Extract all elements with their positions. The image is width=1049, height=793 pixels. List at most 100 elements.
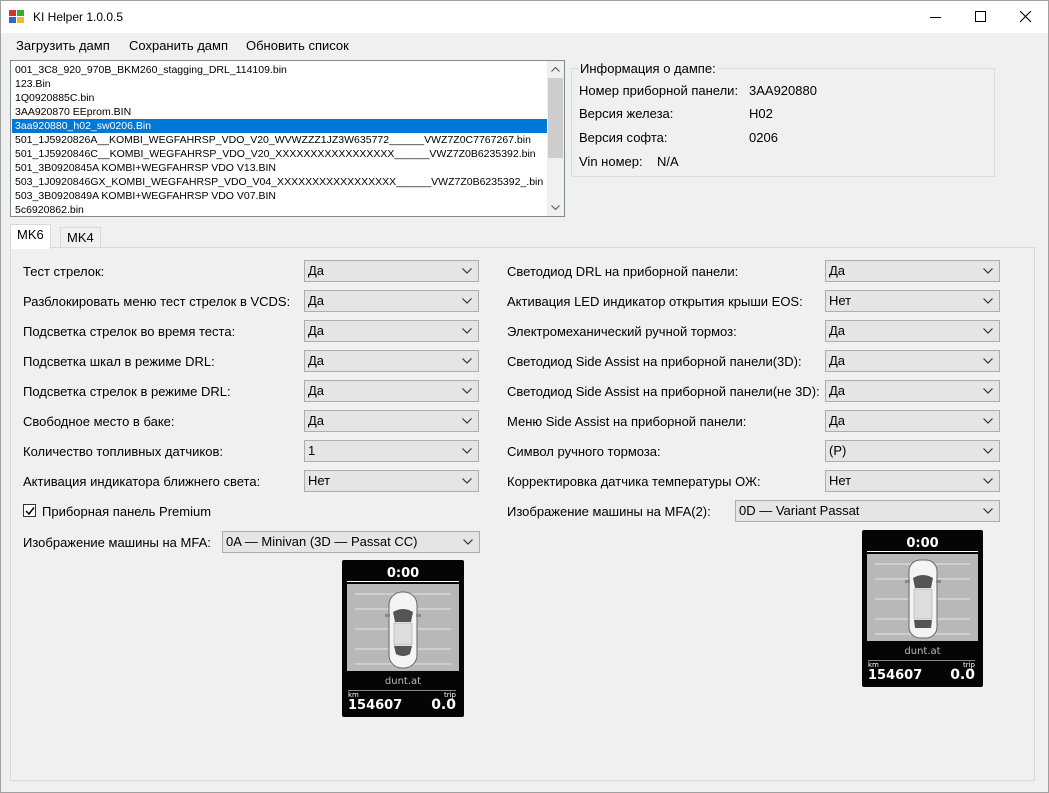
maximize-button[interactable]: [958, 1, 1004, 33]
app-icon: [9, 10, 25, 24]
minimize-icon: [930, 17, 941, 18]
chevron-down-icon: [983, 358, 993, 364]
file-list-scrollbar[interactable]: [547, 61, 564, 216]
file-list[interactable]: 001_3C8_920_970B_BKM260_stagging_DRL_114…: [10, 60, 565, 217]
dump-info-title: Информация о дампе:: [578, 61, 718, 76]
file-list-item[interactable]: 3AA920870 EEprom.BIN: [12, 105, 547, 119]
setting-dropdown[interactable]: Нет: [825, 470, 1000, 492]
chevron-down-icon: [983, 328, 993, 334]
menu-save-dump[interactable]: Сохранить дамп: [129, 38, 228, 53]
setting-dropdown[interactable]: Да: [825, 380, 1000, 402]
cluster-odometer: 154607: [868, 668, 923, 683]
hw-version-label: Версия железа:: [579, 106, 674, 121]
setting-dropdown-value: Да: [308, 383, 325, 398]
cluster-divider: [867, 551, 978, 552]
chevron-down-icon: [462, 298, 472, 304]
mfa-dropdown[interactable]: 0A — Minivan (3D — Passat CC): [222, 531, 480, 553]
setting-dropdown-value: Да: [829, 413, 846, 428]
car-top-view-icon: [347, 584, 459, 671]
setting-dropdown[interactable]: Да: [304, 410, 479, 432]
cluster-car-scene: [867, 554, 978, 641]
setting-dropdown-value: Да: [308, 353, 325, 368]
setting-label: Свободное место в баке:: [23, 414, 175, 429]
file-list-item[interactable]: 503_3B0920849A KOMBI+WEGFAHRSP VDO V07.B…: [12, 189, 547, 203]
chevron-down-icon: [462, 448, 472, 454]
setting-dropdown[interactable]: Нет: [825, 290, 1000, 312]
chevron-down-icon: [463, 539, 473, 545]
app-window: KI Helper 1.0.0.5 Загрузить дамп Сохрани…: [0, 0, 1049, 793]
setting-dropdown-value: 1: [308, 443, 316, 458]
setting-label: Активация LED индикатор открытия крыши E…: [507, 294, 803, 309]
setting-dropdown-value: (P): [829, 443, 847, 458]
setting-dropdown[interactable]: (P): [825, 440, 1000, 462]
setting-dropdown[interactable]: Нет: [304, 470, 479, 492]
setting-label: Разблокировать меню тест стрелок в VCDS:: [23, 294, 291, 309]
setting-label: Количество топливных датчиков:: [23, 444, 223, 459]
chevron-down-icon: [983, 478, 993, 484]
window-title: KI Helper 1.0.0.5: [33, 10, 124, 24]
close-button[interactable]: [1003, 1, 1049, 33]
chevron-down-icon: [462, 358, 472, 364]
file-list-item[interactable]: 501_3B0920845A KOMBI+WEGFAHRSP VDO V13.B…: [12, 161, 547, 175]
premium-checkbox[interactable]: [23, 504, 36, 517]
cluster-brand: dunt.at: [384, 676, 422, 687]
cluster-divider: [868, 660, 975, 661]
title-bar: KI Helper 1.0.0.5: [1, 1, 1048, 33]
file-list-item[interactable]: 123.Bin: [12, 77, 547, 91]
panel-number-label: Номер приборной панели:: [579, 83, 739, 98]
mfa2-dropdown-value: 0D — Variant Passat: [739, 503, 860, 518]
setting-dropdown[interactable]: Да: [825, 410, 1000, 432]
cluster-time: 0:00: [906, 536, 939, 551]
setting-dropdown[interactable]: Да: [825, 260, 1000, 282]
menu-load-dump[interactable]: Загрузить дамп: [16, 38, 110, 53]
tab-mk6[interactable]: MK6: [10, 224, 51, 249]
cluster-divider: [348, 690, 456, 691]
tab-mk4[interactable]: MK4: [60, 227, 101, 249]
file-list-item-selected[interactable]: 3aa920880_h02_sw0206.Bin: [12, 119, 547, 133]
mfa2-label: Изображение машины на MFA(2):: [507, 504, 711, 519]
file-list-item[interactable]: 501_1J5920846C__KOMBI_WEGFAHRSP_VDO_V20_…: [12, 147, 547, 161]
setting-label: Светодиод Side Assist на приборной панел…: [507, 384, 820, 399]
minimize-button[interactable]: [913, 1, 959, 33]
panel-number-value: 3AA920880: [749, 83, 817, 98]
setting-dropdown[interactable]: Да: [825, 350, 1000, 372]
mfa-label: Изображение машины на MFA:: [23, 535, 211, 550]
file-list-item[interactable]: 501_1J5920826A__KOMBI_WEGFAHRSP_VDO_V20_…: [12, 133, 547, 147]
scroll-down-button[interactable]: [547, 199, 564, 216]
mfa2-preview-image: 0:00 dunt.at km trip 154607 0.0: [862, 530, 983, 687]
sw-version-value: 0206: [749, 130, 778, 145]
chevron-down-icon: [983, 418, 993, 424]
file-list-item[interactable]: 5c6920862.bin: [12, 203, 547, 216]
premium-checkbox-label[interactable]: Приборная панель Premium: [42, 504, 211, 519]
chevron-down-icon: [462, 478, 472, 484]
setting-dropdown[interactable]: Да: [825, 320, 1000, 342]
setting-label: Корректировка датчика температуры ОЖ:: [507, 474, 761, 489]
file-list-item[interactable]: 001_3C8_920_970B_BKM260_stagging_DRL_114…: [12, 63, 547, 77]
chevron-down-icon: [983, 268, 993, 274]
mfa-preview-image: 0:00 dunt.at km trip 154607 0.0: [342, 560, 464, 717]
cluster-time: 0:00: [386, 566, 420, 581]
file-list-item[interactable]: 1Q0920885C.bin: [12, 91, 547, 105]
setting-dropdown[interactable]: 1: [304, 440, 479, 462]
setting-label: Подсветка шкал в режиме DRL:: [23, 354, 215, 369]
setting-dropdown[interactable]: Да: [304, 380, 479, 402]
scroll-up-button[interactable]: [547, 61, 564, 78]
setting-dropdown[interactable]: Да: [304, 350, 479, 372]
chevron-down-icon: [983, 388, 993, 394]
setting-dropdown[interactable]: Да: [304, 290, 479, 312]
setting-dropdown[interactable]: Да: [304, 320, 479, 342]
setting-dropdown-value: Да: [308, 323, 325, 338]
chevron-down-icon: [462, 418, 472, 424]
setting-dropdown-value: Нет: [308, 473, 331, 488]
car-top-view-icon: [867, 554, 978, 641]
setting-label: Светодиод DRL на приборной панели:: [507, 264, 739, 279]
mfa2-dropdown[interactable]: 0D — Variant Passat: [735, 500, 1000, 522]
chevron-down-icon: [983, 448, 993, 454]
scroll-thumb[interactable]: [548, 78, 563, 158]
menu-refresh-list[interactable]: Обновить список: [246, 38, 349, 53]
setting-dropdown[interactable]: Да: [304, 260, 479, 282]
setting-label: Символ ручного тормоза:: [507, 444, 661, 459]
setting-dropdown-value: Нет: [829, 293, 852, 308]
file-list-item[interactable]: 503_1J0920846GX_KOMBI_WEGFAHRSP_VDO_V04_…: [12, 175, 547, 189]
setting-dropdown-value: Да: [829, 263, 846, 278]
